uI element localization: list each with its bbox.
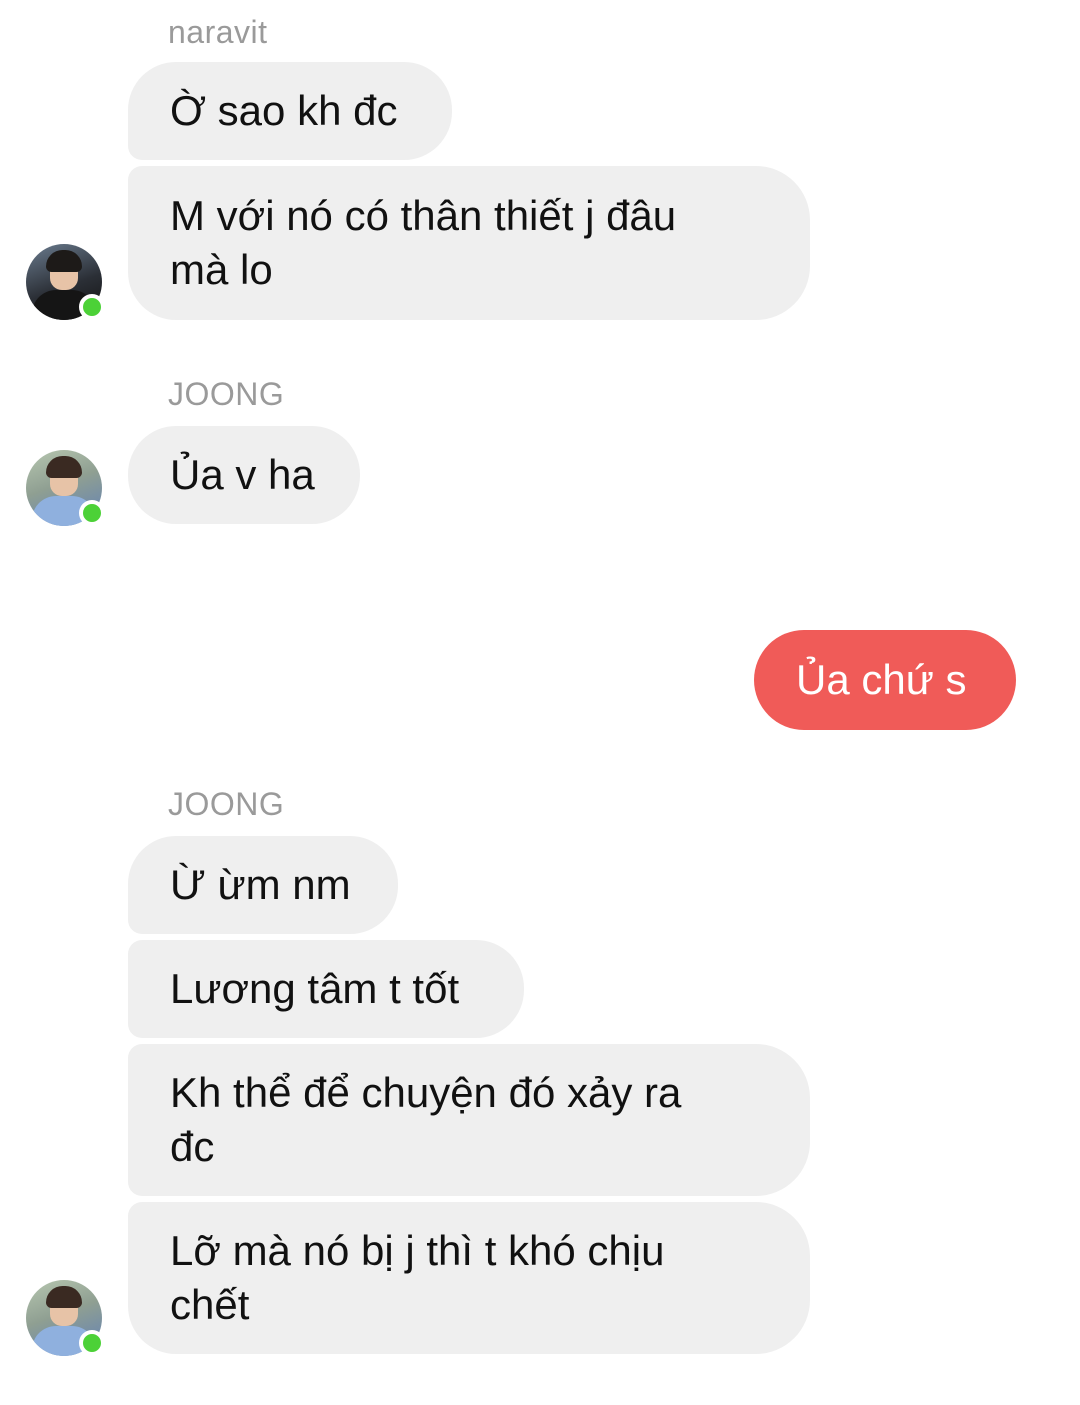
message-bubble[interactable]: Ừ ừm nm <box>128 836 398 934</box>
outgoing-message-bubble[interactable]: Ủa chứ s <box>754 630 1016 730</box>
chat-thread: naravit Ờ sao kh đc M với nó có thân thi… <box>0 0 1080 1405</box>
message-bubble[interactable]: M với nó có thân thiết j đâu mà lo <box>128 166 810 320</box>
avatar[interactable] <box>26 244 105 320</box>
message-bubble[interactable]: Kh thể để chuyện đó xảy ra đc <box>128 1044 810 1196</box>
online-status-indicator <box>79 500 105 526</box>
avatar[interactable] <box>26 450 105 526</box>
online-status-indicator <box>79 294 105 320</box>
avatar[interactable] <box>26 1280 105 1356</box>
message-bubble[interactable]: Ờ sao kh đc <box>128 62 452 160</box>
online-status-indicator <box>79 1330 105 1356</box>
message-bubble[interactable]: Lỡ mà nó bị j thì t khó chịu chết <box>128 1202 810 1354</box>
message-bubble[interactable]: Lương tâm t tốt <box>128 940 524 1038</box>
sender-name: JOONG <box>168 786 285 822</box>
message-bubble[interactable]: Ủa v ha <box>128 426 360 524</box>
sender-name: naravit <box>168 14 268 50</box>
sender-name: JOONG <box>168 376 285 412</box>
